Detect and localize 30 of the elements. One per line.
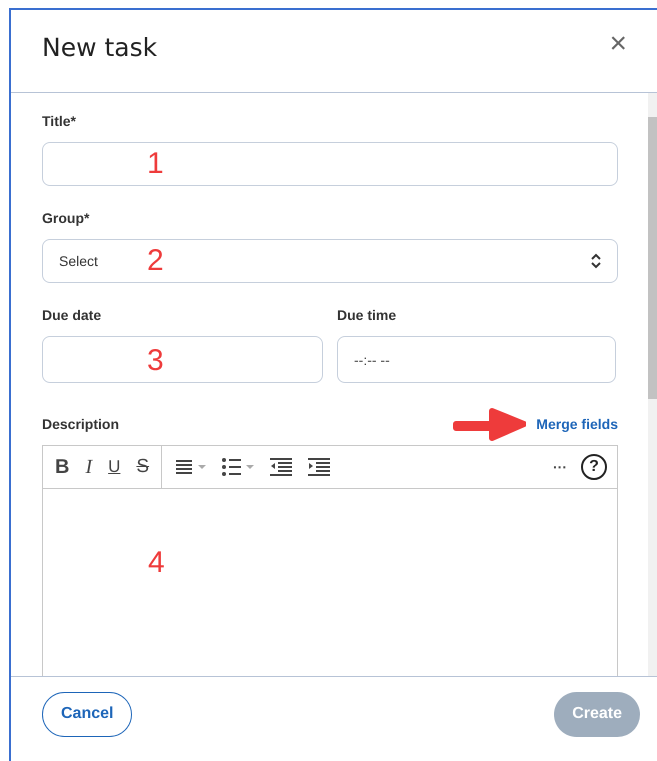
underline-button[interactable]: U <box>100 452 128 482</box>
arrow-icon <box>452 407 526 441</box>
field-label: Due date <box>42 307 102 323</box>
help-button[interactable]: ? <box>581 454 607 480</box>
strike-button[interactable]: S <box>128 452 158 482</box>
bold-button[interactable]: B <box>47 452 78 482</box>
close-button[interactable]: × <box>609 29 627 59</box>
date-field[interactable] <box>42 336 323 383</box>
merge-fields-link[interactable]: Merge fields <box>536 416 618 432</box>
title-field[interactable] <box>42 142 618 186</box>
more-button[interactable]: ··· <box>545 452 575 482</box>
field-label: Due time <box>337 307 398 323</box>
align-icon <box>176 459 206 475</box>
scrollbar-thumb[interactable] <box>648 117 657 399</box>
cancel-button[interactable]: Cancel <box>42 692 132 736</box>
annotation-number: 2 <box>147 243 164 279</box>
bullet-list-icon <box>222 458 254 476</box>
annotation-number: 4 <box>148 545 165 581</box>
time-field[interactable]: --:-- -- <box>337 336 616 383</box>
field-label: Group* <box>42 210 90 226</box>
annotation-number: 3 <box>147 343 164 379</box>
scrollbar[interactable] <box>648 93 657 676</box>
dialog-title: New task <box>42 32 158 62</box>
field-label: Description <box>42 416 120 432</box>
chevron-updown-icon <box>591 253 601 269</box>
outdent-icon <box>270 458 292 476</box>
field-label: Title* <box>42 113 77 129</box>
annotation-number: 1 <box>147 146 164 182</box>
italic-button[interactable]: I <box>77 452 100 482</box>
indent-icon <box>308 458 330 476</box>
